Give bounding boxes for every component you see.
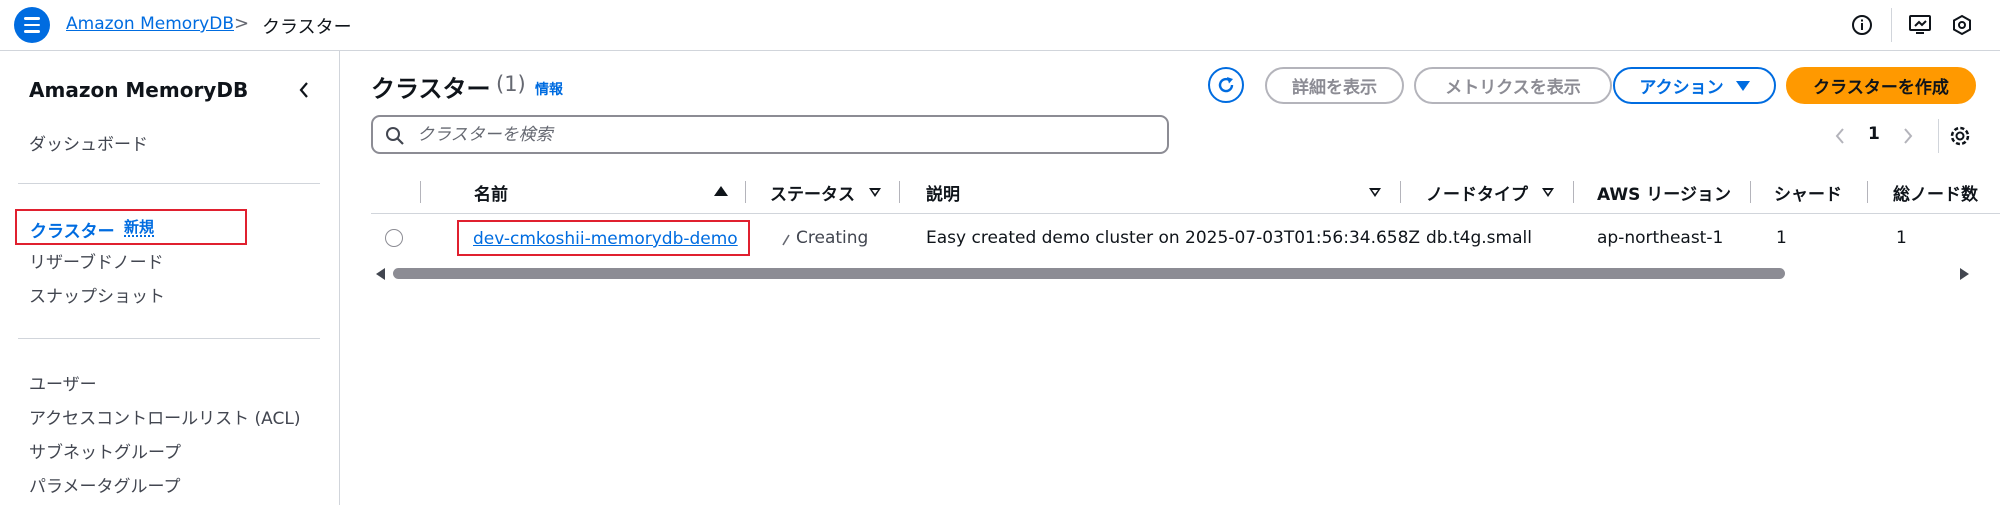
monitor-icon[interactable] [1907, 12, 1933, 38]
actions-label: アクション [1639, 78, 1724, 98]
cluster-count: (1) [496, 72, 526, 96]
cluster-node-type: db.t4g.small [1426, 228, 1532, 248]
chevron-left-icon[interactable] [1832, 124, 1848, 148]
column-header-name[interactable]: 名前 [474, 180, 508, 205]
sidebar-title: Amazon MemoryDB [29, 78, 249, 102]
sort-descending-icon[interactable] [869, 188, 881, 197]
refresh-icon [1218, 77, 1234, 93]
refresh-button[interactable] [1208, 67, 1244, 103]
breadcrumb-service-link[interactable]: Amazon MemoryDB [66, 14, 234, 34]
new-badge[interactable]: 新規 [124, 219, 155, 237]
info-link[interactable]: 情報 [535, 79, 563, 99]
page-title: クラスター [371, 75, 491, 103]
column-separator [899, 181, 900, 203]
view-metrics-button[interactable]: メトリクスを表示 [1414, 67, 1612, 104]
sort-descending-icon[interactable] [1369, 188, 1381, 197]
top-divider [1891, 8, 1892, 42]
column-separator [1573, 181, 1574, 203]
chevron-left-icon[interactable] [296, 78, 312, 102]
sort-ascending-icon[interactable] [714, 186, 728, 196]
info-circle-icon[interactable] [1849, 12, 1875, 38]
sidebar-item-clusters-label: クラスター [30, 222, 115, 242]
sidebar-item-acl[interactable]: アクセスコントロールリスト (ACL) [29, 404, 301, 429]
side-navigation: Amazon MemoryDB ダッシュボード クラスター 新規 リザーブドノー… [0, 51, 340, 505]
cluster-description: Easy created demo cluster on 2025-07-03T… [926, 228, 1421, 248]
cluster-name-highlight: dev-cmkoshii-memorydb-demo [457, 220, 750, 256]
sidebar-item-subnet-groups[interactable]: サブネットグループ [29, 438, 181, 463]
loading-spinner-icon [782, 234, 790, 246]
sidebar-divider [18, 183, 320, 184]
cluster-name-link[interactable]: dev-cmkoshii-memorydb-demo [473, 229, 738, 249]
row-select-radio[interactable] [385, 229, 403, 247]
breadcrumb-current: クラスター [262, 17, 352, 38]
sidebar-item-snapshots[interactable]: スナップショット [29, 282, 165, 307]
table-header-divider [371, 213, 2000, 214]
cluster-shards: 1 [1776, 228, 1787, 248]
view-metrics-label: メトリクスを表示 [1445, 78, 1581, 98]
pager-divider [1938, 119, 1939, 153]
search-icon [386, 127, 404, 145]
gear-icon[interactable] [1947, 123, 1973, 149]
sidebar-item-dashboard[interactable]: ダッシュボード [29, 130, 148, 155]
caret-down-icon [1735, 80, 1750, 91]
search-box [371, 115, 1169, 154]
column-separator [420, 181, 421, 203]
horizontal-scrollbar[interactable] [393, 268, 1785, 279]
search-input[interactable] [417, 123, 1157, 147]
actions-dropdown-button[interactable]: アクション [1613, 67, 1776, 104]
column-header-status[interactable]: ステータス [770, 180, 855, 205]
sort-descending-icon[interactable] [1542, 188, 1554, 197]
scroll-left-icon[interactable] [376, 268, 385, 280]
create-cluster-button[interactable]: クラスターを作成 [1786, 67, 1976, 104]
breadcrumb-separator-icon: > [234, 13, 250, 34]
column-header-total-nodes[interactable]: 総ノード数 [1893, 180, 1978, 205]
cluster-status: Creating [796, 228, 869, 248]
sidebar-divider [18, 338, 320, 339]
column-separator [1867, 181, 1868, 203]
gear-settings-icon[interactable] [1949, 12, 1975, 38]
sidebar-item-clusters[interactable]: クラスター 新規 [15, 209, 247, 245]
menu-icon[interactable] [14, 7, 50, 43]
column-separator [745, 181, 746, 203]
column-header-node-type[interactable]: ノードタイプ [1426, 180, 1528, 205]
top-navigation-bar: Amazon MemoryDB > クラスター [0, 0, 2000, 51]
scroll-right-icon[interactable] [1960, 268, 1969, 280]
sidebar-item-parameter-groups[interactable]: パラメータグループ [29, 472, 180, 497]
sidebar-item-users[interactable]: ユーザー [29, 370, 97, 395]
page-number[interactable]: 1 [1868, 124, 1880, 144]
column-header-shards[interactable]: シャード [1774, 180, 1842, 205]
column-separator [1400, 181, 1401, 203]
column-header-region[interactable]: AWS リージョン [1597, 180, 1731, 205]
cluster-region: ap-northeast-1 [1597, 228, 1724, 248]
chevron-right-icon[interactable] [1900, 124, 1916, 148]
view-details-button[interactable]: 詳細を表示 [1265, 67, 1404, 104]
sidebar-item-reserved-nodes[interactable]: リザーブドノード [29, 248, 164, 273]
cluster-total-nodes: 1 [1896, 228, 1907, 248]
column-header-description[interactable]: 説明 [926, 180, 960, 205]
column-separator [1750, 181, 1751, 203]
